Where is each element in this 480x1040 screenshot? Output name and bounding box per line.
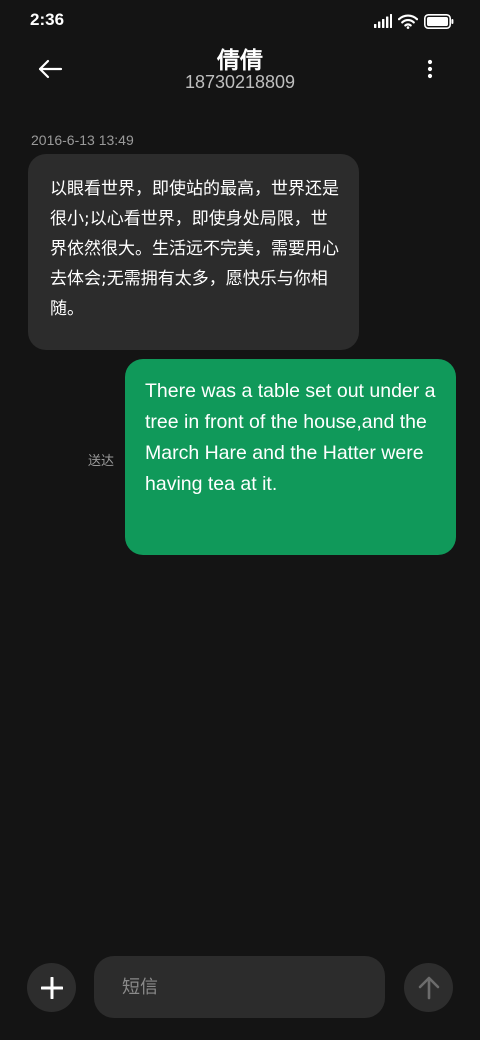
wifi-icon — [398, 14, 418, 29]
more-options-button[interactable] — [416, 52, 444, 86]
plus-icon — [40, 976, 63, 999]
message-input[interactable] — [94, 956, 385, 1018]
status-icons — [374, 11, 454, 31]
add-attachment-button[interactable] — [27, 963, 76, 1012]
delivery-status: 送达 — [88, 454, 115, 469]
battery-icon — [424, 13, 454, 29]
message-timestamp: 2016-6-13 13:49 — [31, 132, 134, 148]
contact-number: 18730218809 — [184, 72, 296, 92]
status-bar: 2:36 — [0, 0, 480, 40]
more-vertical-icon — [427, 59, 433, 79]
send-button[interactable] — [404, 963, 453, 1012]
contact-name: 倩倩 — [217, 48, 263, 74]
send-arrow-icon — [418, 976, 439, 999]
incoming-message-bubble[interactable]: 以眼看世界，即使站的最高，世界还是很小;以心看世界，即使身处局限，世界依然很大。… — [28, 154, 359, 350]
signal-icon — [374, 14, 392, 28]
conversation-header: 倩倩 18730218809 — [0, 40, 480, 100]
status-time: 2:36 — [30, 10, 65, 29]
outgoing-message-bubble[interactable]: There was a table set out under a tree i… — [125, 359, 456, 555]
